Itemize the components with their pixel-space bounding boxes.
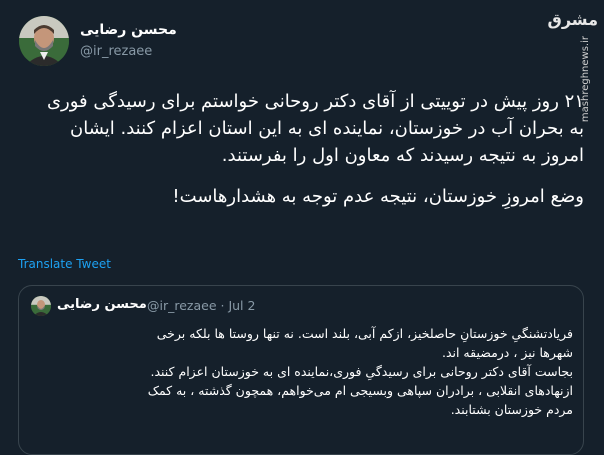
author-avatar[interactable] <box>19 16 69 66</box>
quoted-text-line: شهرها نیز ، درمضیقه اند. <box>441 345 573 360</box>
tweet-paragraph: ۲۱ روز پیش در توییتی از آقای دکتر روحانی… <box>46 91 584 166</box>
quoted-text-line: ازنهادهای انقلابی ، برادران سپاهی وبسیجی… <box>147 383 573 398</box>
translate-tweet-link[interactable]: Translate Tweet <box>18 257 111 271</box>
tweet-text: ۲۱ روز پیش در توییتی از آقای دکتر روحانی… <box>44 88 584 210</box>
author-handle[interactable]: @ir_rezaee <box>80 44 152 59</box>
quoted-text-line: بجاست آقای دکتر روحانی برای رسیدگیِ فوری… <box>150 364 573 379</box>
quoted-tweet[interactable]: محسن رضایی @ir_rezaee · Jul 2 فریادتشنگی… <box>18 285 584 455</box>
watermark-logo: مشرق <box>547 10 598 29</box>
quoted-handle-date: @ir_rezaee · Jul 2 <box>147 298 256 313</box>
quoted-tweet-text: فریادتشنگیِ خوزستانِ حاصلخیز، ازکم آبی، … <box>29 324 573 419</box>
quoted-author-name: محسن رضایی <box>57 297 147 312</box>
author-name[interactable]: محسن رضایی <box>80 22 177 38</box>
quoted-text-line: فریادتشنگیِ خوزستانِ حاصلخیز، ازکم آبی، … <box>156 326 573 341</box>
tweet-paragraph: وضع امروزِ خوزستان، نتیجه عدم توجه به هش… <box>172 186 584 207</box>
quoted-text-line: مردم خوزستان بشتابند. <box>450 402 573 417</box>
quoted-author-avatar <box>31 296 51 316</box>
